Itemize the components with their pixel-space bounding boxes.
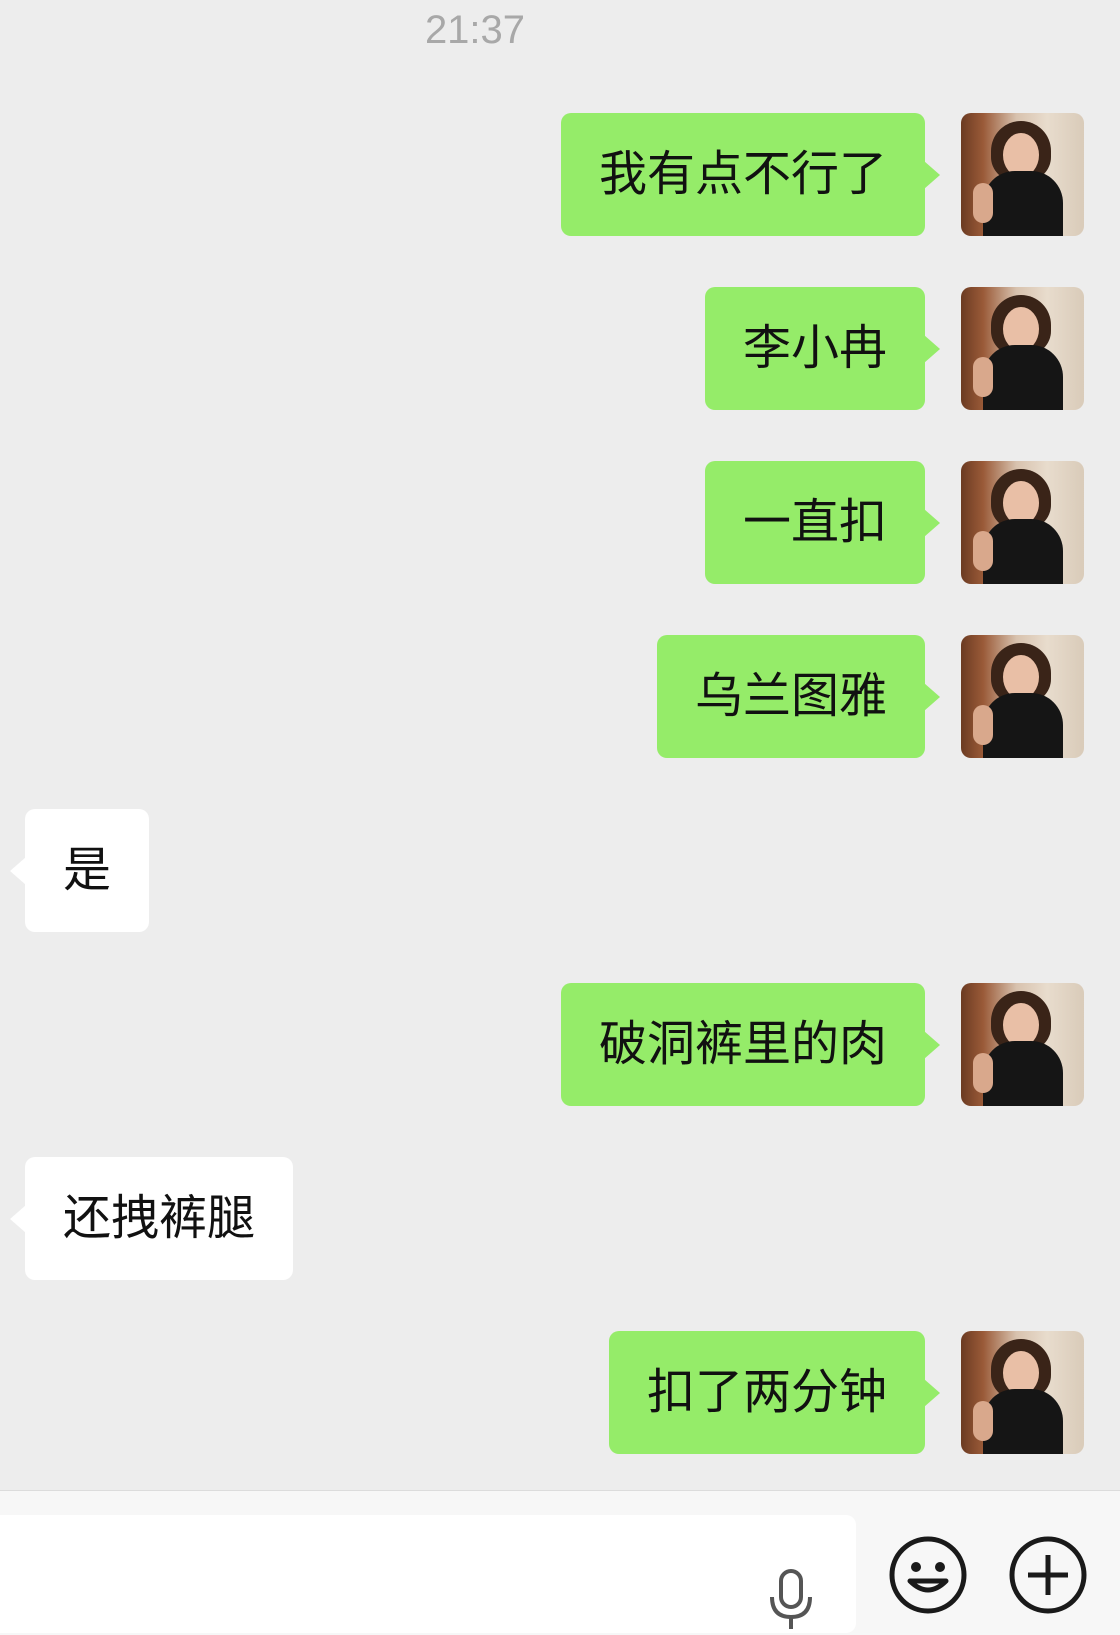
avatar[interactable] bbox=[961, 983, 1084, 1106]
chat-screen: 21:37 我有点不行了 李小冉 一直扣 乌兰图雅 是 破洞裤里的肉 还拽裤腿 … bbox=[0, 0, 1120, 1635]
message-bubble-outgoing[interactable]: 破洞裤里的肉 bbox=[560, 983, 941, 1106]
plus-icon[interactable] bbox=[1008, 1535, 1088, 1615]
avatar[interactable] bbox=[961, 461, 1084, 584]
message-bubble-incoming[interactable]: 还拽裤腿 bbox=[9, 1157, 294, 1280]
input-bar bbox=[0, 1490, 1120, 1635]
message-input[interactable] bbox=[0, 1515, 856, 1633]
message-bubble-outgoing[interactable]: 扣了两分钟 bbox=[608, 1331, 941, 1454]
voice-icon[interactable] bbox=[766, 1569, 816, 1631]
message-bubble-outgoing[interactable]: 乌兰图雅 bbox=[656, 635, 941, 758]
avatar[interactable] bbox=[961, 287, 1084, 410]
emoji-icon[interactable] bbox=[888, 1535, 968, 1615]
message-bubble-incoming[interactable]: 是 bbox=[9, 809, 150, 932]
timestamp: 21:37 bbox=[424, 8, 526, 52]
avatar[interactable] bbox=[961, 1331, 1084, 1454]
avatar[interactable] bbox=[961, 635, 1084, 758]
message-bubble-outgoing[interactable]: 李小冉 bbox=[704, 287, 941, 410]
message-bubble-outgoing[interactable]: 一直扣 bbox=[704, 461, 941, 584]
avatar[interactable] bbox=[961, 113, 1084, 236]
message-bubble-outgoing[interactable]: 我有点不行了 bbox=[560, 113, 941, 236]
